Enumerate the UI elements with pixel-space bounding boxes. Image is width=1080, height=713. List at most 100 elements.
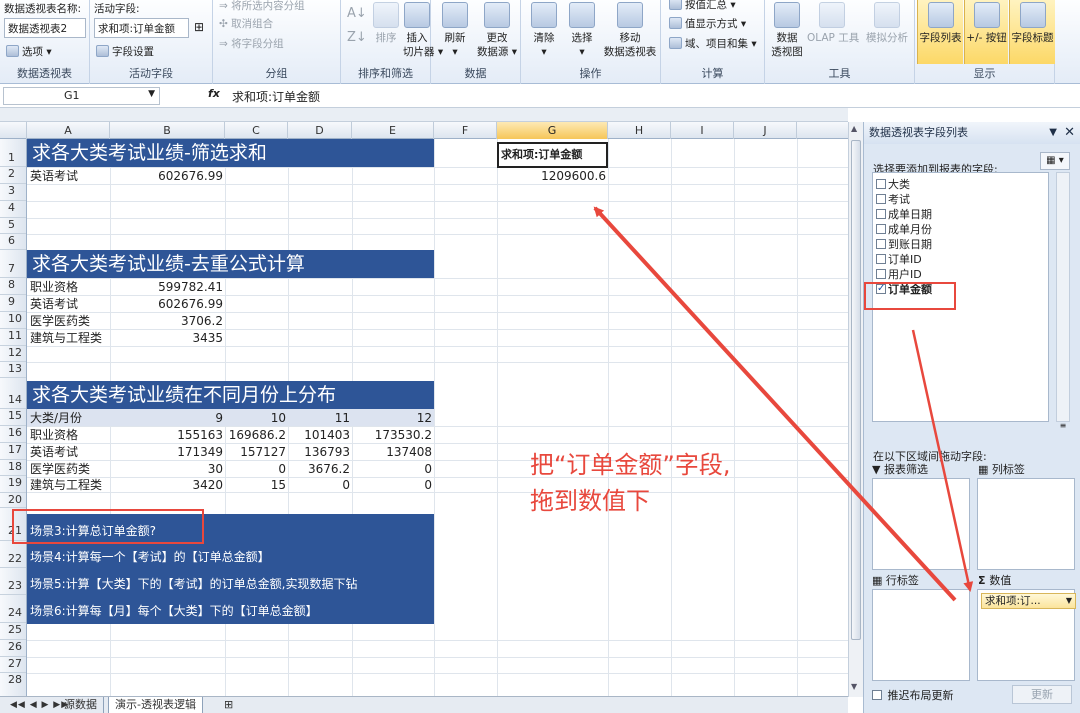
- vertical-scrollbar[interactable]: ▲ ▼: [848, 122, 863, 697]
- column-header[interactable]: C: [225, 122, 288, 139]
- pivot-header-cell[interactable]: 求和项:订单金额: [497, 142, 608, 168]
- checkbox[interactable]: [876, 269, 886, 279]
- row-header[interactable]: 6: [0, 234, 26, 250]
- row-header[interactable]: 22: [0, 541, 26, 568]
- cell-value[interactable]: 0: [225, 461, 286, 477]
- row-header[interactable]: 18: [0, 460, 26, 476]
- field-item-order-id[interactable]: 订单ID: [876, 253, 922, 267]
- ungroup-button[interactable]: ✣ 取消组合: [219, 16, 273, 31]
- cell-value[interactable]: 30: [110, 461, 223, 477]
- cell-label[interactable]: 建筑与工程类: [30, 477, 110, 493]
- chevron-down-icon[interactable]: ▼: [1066, 594, 1072, 608]
- cell-value[interactable]: 171349: [110, 444, 223, 460]
- row-header[interactable]: 20: [0, 493, 26, 508]
- scenario-item[interactable]: 场景5:计算【大类】下的【考试】的订单总金额,实现数据下钻: [30, 576, 358, 592]
- scroll-down-icon[interactable]: ▼: [851, 682, 861, 692]
- chevron-down-icon[interactable]: ▼: [148, 89, 155, 99]
- row-labels-area[interactable]: [872, 589, 970, 681]
- cell-value[interactable]: 3420: [110, 477, 223, 493]
- fx-icon[interactable]: fx: [208, 87, 220, 100]
- column-header[interactable]: I: [671, 122, 734, 139]
- checkbox[interactable]: [876, 194, 886, 204]
- month-header-cell[interactable]: 9: [110, 410, 223, 426]
- cell-label[interactable]: 英语考试: [30, 444, 110, 460]
- row-header[interactable]: 4: [0, 201, 26, 218]
- checkbox[interactable]: [876, 254, 886, 264]
- cell-label[interactable]: 医学医药类: [30, 313, 110, 329]
- row-header[interactable]: 24: [0, 595, 26, 623]
- sheet-tab[interactable]: 源数据: [58, 697, 104, 713]
- cell-label[interactable]: 英语考试: [30, 168, 110, 184]
- row-header[interactable]: 8: [0, 278, 26, 295]
- row-header[interactable]: 23: [0, 568, 26, 595]
- name-box[interactable]: G1 ▼: [3, 87, 160, 105]
- row-header[interactable]: 27: [0, 657, 26, 673]
- cell-label[interactable]: 英语考试: [30, 296, 110, 312]
- row-header[interactable]: 28: [0, 673, 26, 697]
- cell-value[interactable]: 3435: [110, 330, 223, 346]
- row-header[interactable]: 13: [0, 362, 26, 378]
- column-header[interactable]: A: [27, 122, 110, 139]
- month-header-cell[interactable]: 11: [288, 410, 350, 426]
- month-header-label[interactable]: 大类/月份: [30, 410, 110, 426]
- row-header[interactable]: 9: [0, 295, 26, 312]
- close-icon[interactable]: ✕: [1064, 122, 1075, 144]
- defer-layout-update[interactable]: 推迟布局更新: [872, 687, 954, 703]
- olap-tools-button[interactable]: OLAP 工具: [807, 2, 859, 45]
- column-header[interactable]: D: [288, 122, 352, 139]
- row-header[interactable]: 2: [0, 167, 26, 184]
- cell-value[interactable]: 599782.41: [110, 279, 223, 295]
- scenario-item[interactable]: 场景6:计算每【月】每个【大类】下的【订单总金额】: [30, 603, 318, 619]
- pivotchart-button[interactable]: 数据 透视图: [769, 2, 805, 59]
- report-filter-area[interactable]: [872, 478, 970, 570]
- row-header[interactable]: 26: [0, 640, 26, 657]
- field-item-category[interactable]: 大类: [876, 178, 910, 192]
- field-list-button[interactable]: 字段列表: [917, 0, 963, 64]
- sort-az-icon[interactable]: A↓: [347, 6, 367, 21]
- row-header[interactable]: 15: [0, 409, 26, 426]
- field-item-user-id[interactable]: 用户ID: [876, 268, 922, 282]
- checkbox[interactable]: [876, 179, 886, 189]
- cell-value[interactable]: 157127: [225, 444, 286, 460]
- column-header[interactable]: E: [352, 122, 434, 139]
- insert-slicer-button[interactable]: 插入 切片器 ▾: [403, 2, 443, 59]
- active-field-input[interactable]: 求和项:订单金额: [94, 18, 189, 38]
- row-header[interactable]: 14: [0, 378, 26, 409]
- worksheet-grid[interactable]: A B C D E F G H I J 1 2 3 4 5 6 7 8 9 10…: [0, 122, 848, 699]
- cell-value[interactable]: 15: [225, 477, 286, 493]
- cell-value[interactable]: 137408: [352, 444, 432, 460]
- layout-button[interactable]: ▦ ▾: [1040, 152, 1070, 170]
- sheet-tab-active[interactable]: 演示-透视表逻辑: [108, 697, 203, 713]
- select-all-corner[interactable]: [0, 122, 27, 139]
- move-pivot-button[interactable]: 移动 数据透视表: [601, 2, 659, 59]
- select-button[interactable]: 选择 ▾: [565, 2, 599, 59]
- row-header[interactable]: 1: [0, 139, 26, 167]
- row-header[interactable]: 5: [0, 218, 26, 234]
- clear-button[interactable]: 清除 ▾: [527, 2, 561, 59]
- row-header[interactable]: 12: [0, 346, 26, 362]
- new-sheet-icon[interactable]: ⊞: [218, 697, 239, 713]
- month-header-cell[interactable]: 10: [225, 410, 286, 426]
- sort-za-icon[interactable]: Z↓: [347, 30, 367, 45]
- scroll-up-icon[interactable]: ▲: [851, 124, 861, 134]
- cell-value[interactable]: 173530.2: [352, 427, 432, 443]
- sort-button[interactable]: 排序: [371, 2, 401, 45]
- pivot-value-cell[interactable]: 1209600.6: [497, 168, 606, 184]
- column-header[interactable]: H: [608, 122, 671, 139]
- pivot-name-input[interactable]: 数据透视表2: [4, 18, 86, 38]
- cell-value[interactable]: 0: [352, 477, 432, 493]
- row-header[interactable]: 10: [0, 312, 26, 329]
- row-header[interactable]: 3: [0, 184, 26, 201]
- row-header[interactable]: 25: [0, 623, 26, 640]
- scroll-thumb[interactable]: [851, 140, 861, 640]
- summarize-button[interactable]: 按值汇总 ▾: [669, 0, 736, 12]
- fields-items-button[interactable]: 域、项目和集 ▾: [669, 36, 757, 51]
- field-settings-button[interactable]: 字段设置: [96, 44, 154, 59]
- whatif-button[interactable]: 模拟分析: [861, 2, 913, 45]
- column-labels-area[interactable]: [977, 478, 1075, 570]
- cell-value[interactable]: 3676.2: [288, 461, 350, 477]
- cell-value[interactable]: 602676.99: [110, 296, 223, 312]
- cell-label[interactable]: 医学医药类: [30, 461, 110, 477]
- cell-value[interactable]: 3706.2: [110, 313, 223, 329]
- group-field-button[interactable]: ⇒ 将字段分组: [219, 36, 284, 51]
